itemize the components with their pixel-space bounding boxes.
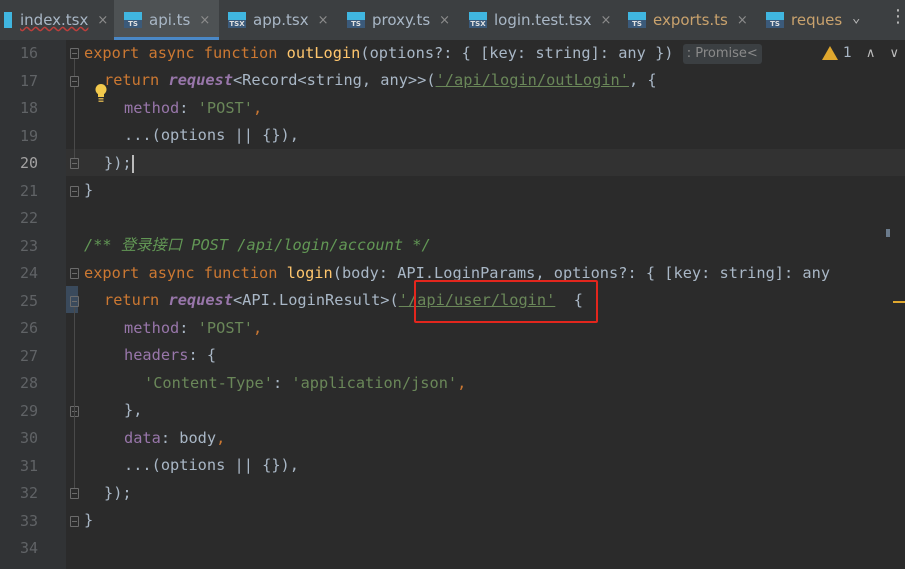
- current-line-highlight: [66, 149, 905, 176]
- tsx-file-icon: TSX: [228, 12, 246, 28]
- close-icon[interactable]: ×: [97, 13, 108, 28]
- code-line-17: return request<Record<string, any>>('/ap…: [104, 71, 657, 89]
- fold-toggle-icon[interactable]: [70, 296, 79, 307]
- code-line-19: ...(options || {}),: [124, 126, 299, 144]
- code-line-33: }: [84, 511, 94, 529]
- close-icon[interactable]: ×: [318, 13, 329, 28]
- fold-toggle-icon[interactable]: [70, 158, 79, 169]
- close-icon[interactable]: ×: [199, 13, 210, 28]
- tab-label: reques: [791, 11, 843, 29]
- code-line-28: 'Content-Type': 'application/json',: [144, 374, 467, 392]
- fold-toggle-icon[interactable]: [70, 488, 79, 499]
- text-caret: [131, 154, 134, 173]
- tab-index-tsx[interactable]: index.tsx ×: [0, 0, 113, 40]
- line-number: 22: [19, 209, 38, 227]
- tab-label: api.ts: [149, 11, 191, 29]
- line-number: 26: [19, 319, 38, 337]
- code-line-16: export async function outLogin(options?:…: [84, 40, 762, 67]
- close-icon[interactable]: ×: [737, 13, 748, 28]
- chevron-down-icon[interactable]: ⌄: [852, 10, 860, 26]
- fold-toggle-icon[interactable]: [70, 76, 79, 87]
- line-number: 28: [19, 374, 38, 392]
- fold-guide: [74, 59, 75, 76]
- tab-proxy-ts[interactable]: TS proxy.ts ×: [339, 0, 460, 40]
- tab-label: exports.ts: [653, 11, 728, 29]
- line-number: 16: [19, 44, 38, 62]
- chevron-up-icon[interactable]: ∧: [866, 46, 876, 61]
- ts-file-icon: TS: [766, 12, 784, 28]
- tab-label: index.tsx: [20, 11, 89, 29]
- code-line-30: data: body,: [124, 429, 226, 447]
- scrollbar-marker: [886, 229, 890, 237]
- line-number: 29: [19, 402, 38, 420]
- code-line-23: /** 登录接口 POST /api/login/account */: [84, 236, 431, 254]
- annotation-highlight-box: [414, 280, 598, 323]
- line-number: 24: [19, 264, 38, 282]
- inspection-widget[interactable]: 1 ∧ ∨: [822, 45, 899, 61]
- code-line-26: method: 'POST',: [124, 319, 263, 337]
- fold-toggle-icon[interactable]: [70, 186, 79, 197]
- code-editor[interactable]: 16 17 18 19 20 21 22 23 24 25 26 27 28 2…: [0, 40, 905, 569]
- warning-count: 1: [843, 45, 852, 61]
- line-number: 17: [19, 72, 38, 90]
- editor-tab-bar: index.tsx × TS api.ts × TSX app.tsx × TS…: [0, 0, 905, 41]
- fold-toggle-icon[interactable]: [70, 48, 79, 59]
- close-icon[interactable]: ×: [600, 13, 611, 28]
- tab-label: login.test.tsx: [494, 11, 592, 29]
- warning-icon: [822, 46, 838, 60]
- lightbulb-icon[interactable]: [94, 83, 108, 103]
- inlay-type-hint: : Promise<: [682, 43, 762, 64]
- code-line-31: ...(options || {}),: [124, 456, 299, 474]
- code-line-32: });: [104, 484, 132, 502]
- code-line-27: headers: {: [124, 346, 217, 364]
- ts-file-icon: TS: [628, 12, 646, 28]
- tsx-file-icon: TSX: [469, 12, 487, 28]
- line-number: 27: [19, 347, 38, 365]
- line-number: 20: [19, 154, 38, 172]
- chevron-down-icon[interactable]: ∨: [889, 46, 899, 61]
- line-number: 31: [19, 457, 38, 475]
- line-number: 18: [19, 99, 38, 117]
- line-number: 19: [19, 127, 38, 145]
- tab-login-test-tsx[interactable]: TSX login.test.tsx ×: [461, 0, 619, 40]
- fold-toggle-icon[interactable]: [70, 268, 79, 279]
- code-line-21: }: [84, 181, 94, 199]
- line-number: 32: [19, 484, 38, 502]
- line-number: 23: [19, 237, 38, 255]
- ts-file-icon: TS: [347, 12, 365, 28]
- code-line-18: method: 'POST',: [124, 99, 263, 117]
- fold-toggle-icon[interactable]: [70, 516, 79, 527]
- tab-label: app.tsx: [253, 11, 309, 29]
- ts-file-icon: TS: [124, 12, 142, 28]
- line-number: 34: [19, 539, 38, 557]
- tsx-file-icon: [4, 12, 12, 28]
- fold-guide: [74, 87, 75, 158]
- fold-guide: [74, 307, 75, 488]
- line-number: 21: [19, 182, 38, 200]
- close-icon[interactable]: ×: [439, 13, 450, 28]
- line-number: 25: [19, 292, 38, 310]
- scrollbar-warning-marker: [893, 301, 905, 303]
- tab-request-ts[interactable]: TS reques: [758, 0, 843, 40]
- more-vertical-icon[interactable]: ⋮: [889, 6, 905, 27]
- tab-label: proxy.ts: [372, 11, 431, 29]
- code-line-20: });: [104, 154, 134, 173]
- code-line-29: },: [124, 401, 143, 419]
- tab-api-ts[interactable]: TS api.ts ×: [114, 0, 219, 40]
- line-number: 30: [19, 429, 38, 447]
- line-number: 33: [19, 512, 38, 530]
- tab-app-tsx[interactable]: TSX app.tsx ×: [220, 0, 338, 40]
- tab-exports-ts[interactable]: TS exports.ts ×: [620, 0, 757, 40]
